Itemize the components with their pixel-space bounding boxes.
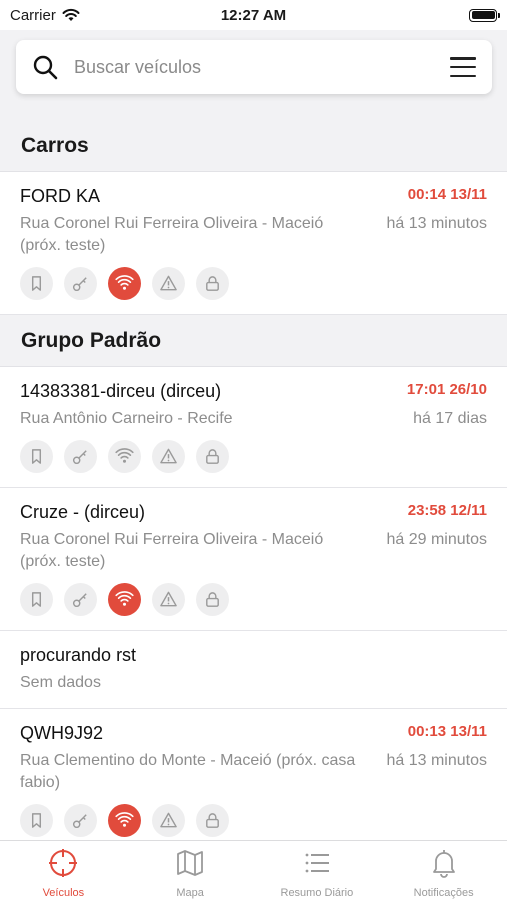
tab-bar: Veículos Mapa Resumo Diário Notificações: [0, 840, 507, 900]
wifi-signal-icon: [62, 8, 80, 21]
tab-label: Veículos: [42, 887, 85, 899]
vehicle-timestamp: 00:14 13/11: [407, 186, 487, 203]
search-area: [0, 30, 507, 120]
bookmark-icon[interactable]: [20, 583, 53, 616]
vehicle-name: FORD KA: [20, 186, 101, 206]
vehicle-title-row: procurando rst: [20, 645, 487, 666]
tab-crosshair[interactable]: Veículos: [0, 841, 127, 900]
tab-map[interactable]: Mapa: [127, 841, 254, 900]
vehicle-item[interactable]: procurando rst Sem dados: [0, 631, 507, 709]
vehicle-address: Rua Coronel Rui Ferreira Oliveira - Mace…: [20, 531, 324, 570]
section-header: Carros: [0, 120, 507, 172]
vehicle-address-row: Rua Coronel Rui Ferreira Oliveira - Mace…: [20, 213, 487, 257]
status-bar: Carrier 12:27 AM: [0, 0, 507, 30]
list-icon: [301, 847, 333, 884]
vehicle-address: Rua Coronel Rui Ferreira Oliveira - Mace…: [20, 215, 324, 254]
warning-icon[interactable]: [152, 583, 185, 616]
clock: 12:27 AM: [220, 6, 287, 24]
vehicle-item[interactable]: Cruze - (dirceu) 23:58 12/11 Rua Coronel R…: [0, 488, 507, 631]
vehicle-status-icons: [20, 583, 487, 616]
wifi-icon[interactable]: [108, 804, 141, 837]
map-icon: [174, 847, 206, 884]
key-icon[interactable]: [64, 583, 97, 616]
lock-icon[interactable]: [196, 804, 229, 837]
menu-icon[interactable]: [450, 57, 476, 77]
vehicle-elapsed: há 13 minutos: [386, 752, 487, 769]
vehicle-timestamp: 23:58 12/11: [407, 502, 487, 519]
vehicle-name: QWH9J92: [20, 723, 104, 743]
wifi-icon[interactable]: [108, 583, 141, 616]
bookmark-icon[interactable]: [20, 804, 53, 837]
crosshair-icon: [47, 847, 79, 884]
vehicle-address: Sem dados: [20, 674, 101, 691]
warning-icon[interactable]: [152, 267, 185, 300]
vehicle-name: Cruze - (dirceu): [20, 502, 146, 522]
vehicle-address-row: Sem dados: [20, 672, 487, 694]
lock-icon[interactable]: [196, 267, 229, 300]
search-bar[interactable]: [16, 40, 492, 94]
vehicle-title-row: 14383381-dirceu (dirceu) 17:01 26/10: [20, 381, 487, 402]
vehicle-status-icons: [20, 804, 487, 837]
vehicle-status-icons: [20, 440, 487, 473]
wifi-icon[interactable]: [108, 440, 141, 473]
vehicle-address: Rua Clementino do Monte - Maceió (próx. …: [20, 752, 356, 791]
tab-list[interactable]: Resumo Diário: [254, 841, 381, 900]
vehicle-elapsed: há 17 dias: [413, 410, 487, 427]
tab-label: Resumo Diário: [280, 887, 354, 899]
search-icon: [33, 55, 58, 80]
key-icon[interactable]: [64, 267, 97, 300]
vehicle-address-row: Rua Antônio Carneiro - Recife há 17 dias: [20, 408, 487, 430]
vehicle-status-icons: [20, 267, 487, 300]
vehicle-item[interactable]: FORD KA 00:14 13/11 Rua Coronel Rui Ferrei…: [0, 172, 507, 315]
vehicle-title-row: Cruze - (dirceu) 23:58 12/11: [20, 502, 487, 523]
wifi-icon[interactable]: [108, 267, 141, 300]
tab-bell[interactable]: Notificações: [380, 841, 507, 900]
tab-label: Notificações: [413, 887, 474, 899]
lock-icon[interactable]: [196, 583, 229, 616]
search-input[interactable]: [74, 56, 450, 78]
vehicle-address-row: Rua Clementino do Monte - Maceió (próx. …: [20, 750, 487, 794]
tab-label: Mapa: [176, 887, 204, 899]
bookmark-icon[interactable]: [20, 267, 53, 300]
vehicle-list[interactable]: Carros FORD KA 00:14 13/11 Rua Coronel Rui …: [0, 120, 507, 840]
status-left: Carrier: [10, 7, 80, 24]
section-header: Grupo Padrão: [0, 315, 507, 367]
bell-icon: [428, 847, 460, 884]
vehicle-elapsed: há 29 minutos: [386, 531, 487, 548]
key-icon[interactable]: [64, 804, 97, 837]
warning-icon[interactable]: [152, 440, 185, 473]
vehicle-timestamp: 17:01 26/10: [406, 381, 487, 398]
vehicle-title-row: QWH9J92 00:13 13/11: [20, 723, 487, 744]
vehicle-address: Rua Antônio Carneiro - Recife: [20, 410, 233, 427]
vehicle-address-row: Rua Coronel Rui Ferreira Oliveira - Mace…: [20, 529, 487, 573]
bookmark-icon[interactable]: [20, 440, 53, 473]
warning-icon[interactable]: [152, 804, 185, 837]
vehicle-elapsed: há 13 minutos: [386, 215, 487, 232]
lock-icon[interactable]: [196, 440, 229, 473]
vehicle-timestamp: 00:13 13/11: [407, 723, 487, 740]
vehicle-item[interactable]: 14383381-dirceu (dirceu) 17:01 26/10 Rua A…: [0, 367, 507, 488]
vehicle-name: procurando rst: [20, 645, 137, 665]
battery-icon: [469, 8, 500, 22]
vehicle-title-row: FORD KA 00:14 13/11: [20, 186, 487, 207]
carrier-label: Carrier: [10, 6, 56, 24]
vehicle-item[interactable]: QWH9J92 00:13 13/11 Rua Clementino do Mont…: [0, 709, 507, 840]
key-icon[interactable]: [64, 440, 97, 473]
vehicle-name: 14383381-dirceu (dirceu): [20, 381, 222, 401]
